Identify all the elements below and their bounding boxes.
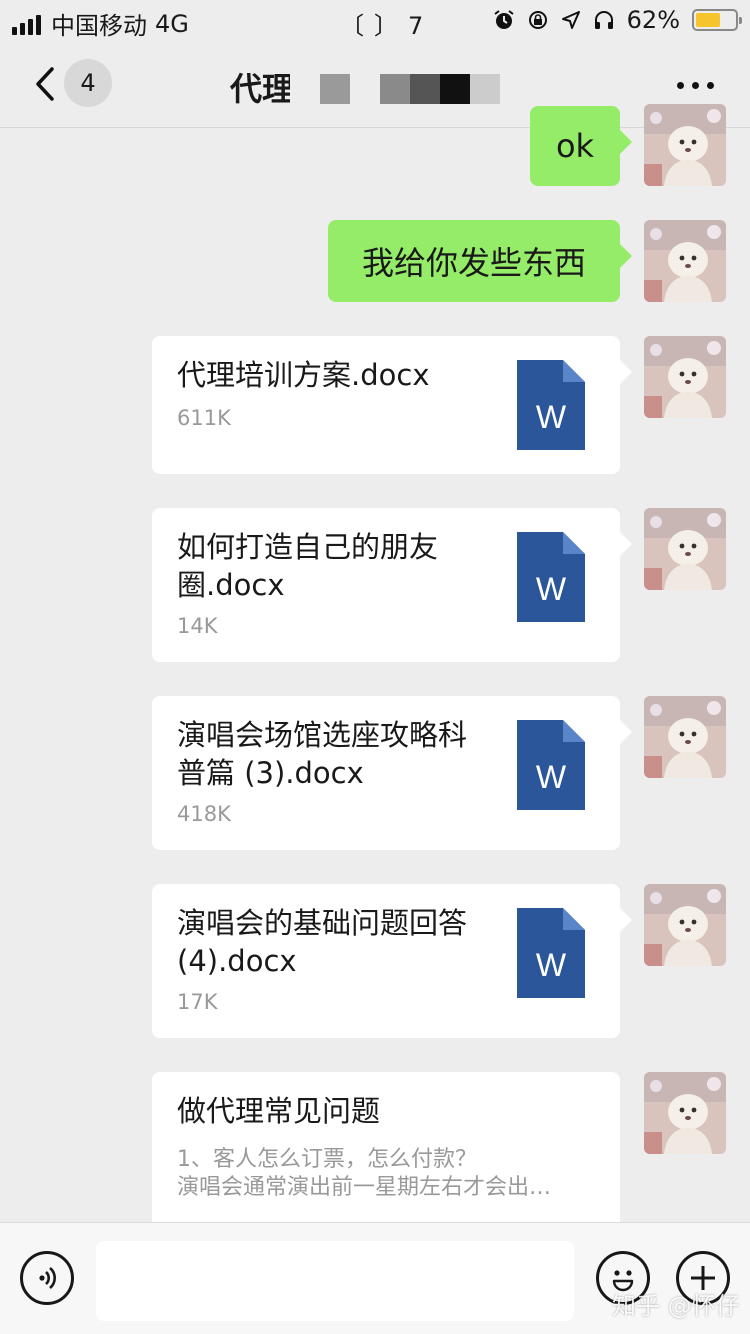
card-preview-line: 演唱会通常演出前一星期左右才会出… xyxy=(177,1175,552,1200)
file-message[interactable]: 如何打造自己的朋友圈.docx 14K W xyxy=(152,508,632,662)
avatar-image xyxy=(644,220,726,302)
battery-icon xyxy=(692,9,742,31)
headphones-icon xyxy=(594,11,613,29)
message-input[interactable] xyxy=(96,1241,574,1321)
watermark: 知乎 @怀仔 xyxy=(612,1292,740,1320)
card-preview-line: 1、客人怎么订票，怎么付款？ xyxy=(177,1147,477,1172)
file-message[interactable]: 演唱会的基础问题回答 (4).docx 17K W xyxy=(152,884,632,1038)
avatar[interactable] xyxy=(644,884,726,966)
card-title: 做代理常见问题 xyxy=(177,1094,381,1128)
network-label: 4G xyxy=(155,9,189,38)
chevron-left-icon[interactable] xyxy=(26,64,66,104)
rotation-lock-icon xyxy=(528,11,547,29)
nav-bar: 4 代理 xyxy=(0,40,750,128)
file-size: 14K xyxy=(177,614,218,638)
file-size: 611K xyxy=(177,406,231,430)
svg-text:W: W xyxy=(536,759,567,795)
battery-percent: 62% xyxy=(626,6,680,34)
svg-text:W: W xyxy=(536,947,567,983)
file-size: 418K xyxy=(177,802,231,826)
sent-text-bubble[interactable]: 我给你发些东西 xyxy=(328,220,632,302)
status-bar: 中国移动 4G 〔〕7 62% xyxy=(0,0,750,40)
file-name: 如何打造自己的朋友圈.docx xyxy=(177,530,439,602)
unread-count-badge[interactable]: 4 xyxy=(64,59,112,107)
status-time: 〔〕7 xyxy=(340,12,434,40)
svg-text:W: W xyxy=(536,399,567,435)
card-preview: 1、客人怎么订票，怎么付款？ 演唱会通常演出前一星期左右才会出… xyxy=(177,1146,597,1202)
sent-text-bubble[interactable]: ok xyxy=(530,106,632,186)
file-name: 演唱会的基础问题回答 (4).docx xyxy=(177,906,468,978)
avatar[interactable] xyxy=(644,336,726,418)
file-name: 演唱会场馆选座攻略科普篇 (3).docx xyxy=(177,718,468,790)
avatar[interactable] xyxy=(644,1072,726,1154)
avatar-image xyxy=(644,336,726,418)
location-icon xyxy=(561,11,580,29)
message-text: 我给你发些东西 xyxy=(361,244,586,282)
message-text: ok xyxy=(555,127,595,165)
word-doc-icon: W xyxy=(517,908,585,998)
avatar[interactable] xyxy=(644,220,726,302)
file-name: 代理培训方案.docx xyxy=(177,358,430,392)
carrier-label: 中国移动 xyxy=(51,12,147,40)
more-dots-icon[interactable] xyxy=(677,82,714,89)
avatar-image xyxy=(644,884,726,966)
avatar-image xyxy=(644,508,726,590)
word-doc-icon: W xyxy=(517,720,585,810)
svg-text:W: W xyxy=(536,571,567,607)
link-card-message[interactable]: 做代理常见问题 1、客人怎么订票，怎么付款？ 演唱会通常演出前一星期左右才会出… xyxy=(152,1072,620,1242)
redacted-title-mosaic xyxy=(290,56,530,112)
status-right: 62% xyxy=(493,6,742,34)
chat-title: 代理 xyxy=(230,70,295,108)
file-message[interactable]: 代理培训方案.docx 611K W xyxy=(152,336,632,474)
battery-fill xyxy=(696,13,720,27)
avatar-image xyxy=(644,104,726,186)
voice-icon[interactable] xyxy=(20,1251,74,1305)
word-doc-icon: W xyxy=(517,360,585,450)
avatar-image xyxy=(644,696,726,778)
file-size: 17K xyxy=(177,990,218,1014)
word-doc-icon: W xyxy=(517,532,585,622)
status-left: 中国移动 4G xyxy=(12,6,189,41)
avatar-image xyxy=(644,1072,726,1154)
alarm-icon xyxy=(494,10,514,29)
file-message[interactable]: 演唱会场馆选座攻略科普篇 (3).docx 418K W xyxy=(152,696,632,850)
avatar[interactable] xyxy=(644,104,726,186)
avatar[interactable] xyxy=(644,696,726,778)
signal-icon xyxy=(12,13,41,35)
avatar[interactable] xyxy=(644,508,726,590)
